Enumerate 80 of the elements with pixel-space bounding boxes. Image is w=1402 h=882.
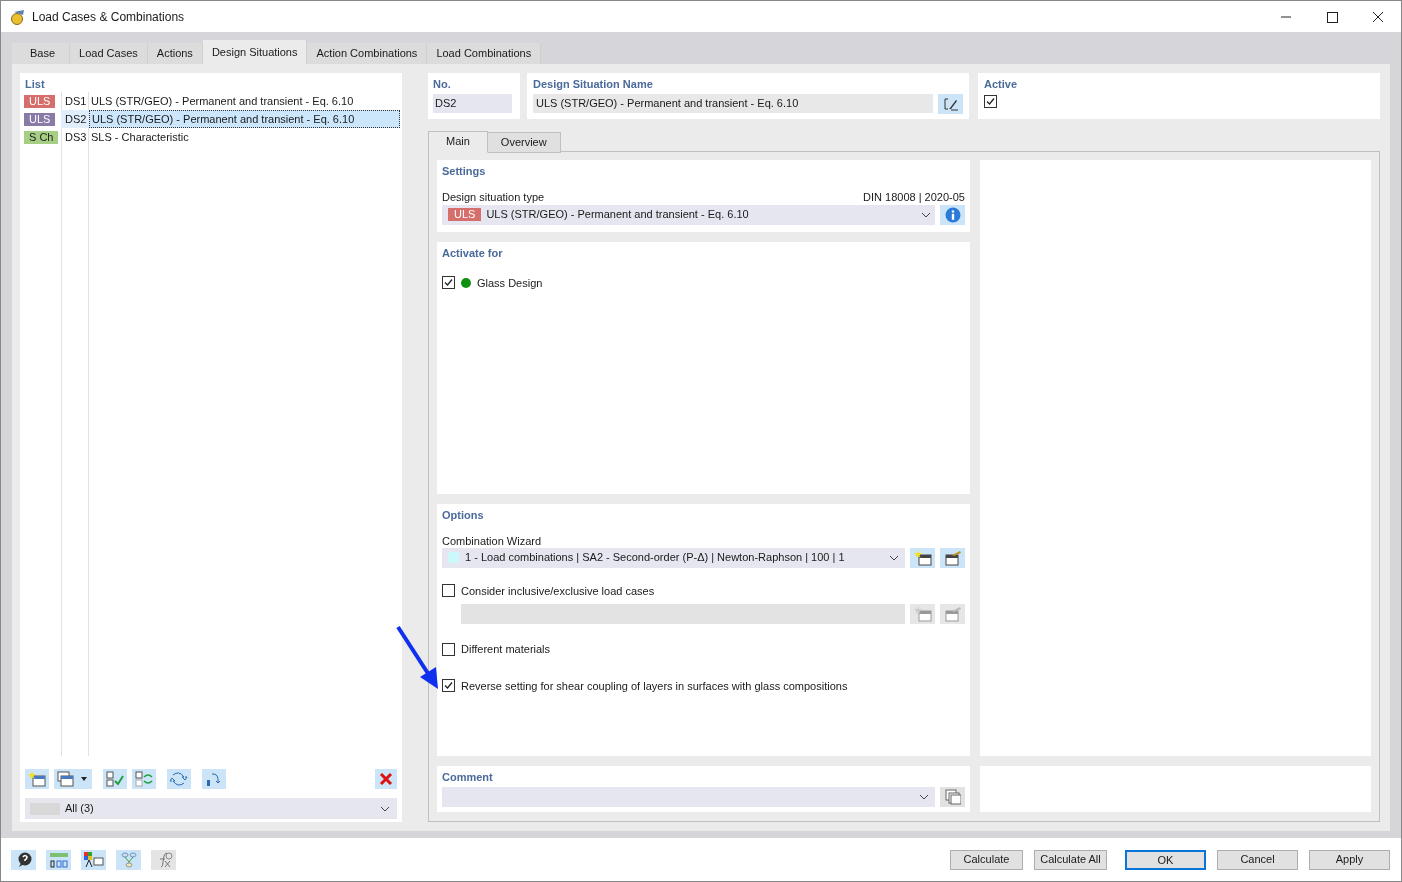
edit-wizard-icon[interactable] (940, 547, 965, 568)
copy-dropdown-icon[interactable] (54, 769, 92, 789)
dialog-button[interactable]: Cancel (1217, 849, 1298, 870)
function-icon[interactable] (151, 849, 176, 870)
number-field[interactable]: DS2 (433, 94, 512, 113)
name-field[interactable]: ULS (STR/GEO) - Permanent and transient - Eq. 6.10 (533, 94, 933, 113)
checkbox[interactable] (442, 679, 455, 693)
badge: ULS (24, 94, 56, 108)
delete-icon[interactable] (375, 769, 397, 789)
section-title: Comment (442, 769, 494, 785)
list-name: ULS (STR/GEO) - Permanent and transient - Eq. 6.10 (89, 110, 400, 128)
checkbox[interactable] (984, 95, 997, 108)
tab[interactable]: Actions (147, 43, 203, 64)
list-name: ULS (STR/GEO) - Permanent and transient - Eq. 6.10 (90, 94, 355, 109)
edit-icon[interactable] (938, 94, 963, 114)
comment-field[interactable] (442, 786, 935, 807)
help-icon[interactable] (11, 849, 36, 870)
tab[interactable]: Design Situations (202, 40, 308, 64)
badge: ULS (448, 208, 482, 222)
chevron-down-icon[interactable] (380, 805, 390, 812)
chevron-down-icon[interactable] (889, 554, 899, 561)
tab[interactable]: Overview (487, 131, 561, 153)
tab[interactable]: Load Combinations (427, 43, 542, 64)
number-format-icon[interactable] (46, 849, 71, 870)
app-icon (10, 8, 26, 25)
wizard-dropdown[interactable]: 1 - Load combinations | SA2 - Second-order (P-Δ) | Newton-Raphson | 100 | 1 (442, 547, 905, 568)
badge: ULS (24, 112, 56, 126)
checkbox[interactable] (442, 276, 455, 290)
list-number: DS1 (64, 94, 88, 109)
checkbox[interactable] (442, 642, 455, 656)
dialog-button[interactable]: OK (1125, 849, 1206, 870)
tab[interactable]: Action Combinations (307, 43, 428, 64)
sort-icon[interactable] (202, 769, 226, 789)
filter-dropdown[interactable]: All (3) (25, 798, 397, 819)
toggle-check-icon[interactable] (132, 769, 156, 789)
list-number: DS2 (61, 110, 89, 128)
list-item[interactable]: ULS DS2 ULS (STR/GEO) - Permanent and transient - Eq. 6.10 (22, 110, 400, 128)
renumber-icon[interactable] (167, 769, 191, 789)
display-settings-icon[interactable] (81, 849, 106, 870)
filter-value: All (3) (65, 801, 94, 817)
list-name: SLS - Characteristic (90, 130, 190, 145)
standard-label: DIN 18008 | 2020-05 (863, 189, 965, 205)
checkbox-label: Glass Design (477, 275, 543, 291)
field-label: No. (433, 77, 452, 92)
list-item[interactable]: S Ch DS3 SLS - Characteristic (22, 128, 400, 146)
section-title: Settings (442, 163, 487, 179)
field-label: Design situation type (442, 189, 545, 205)
new-item-icon[interactable] (25, 769, 49, 789)
new-wizard-icon[interactable] (910, 547, 935, 568)
wizard-value: 1 - Load combinations | SA2 - Second-order (P-Δ) | Newton-Raphson | 100 | 1 (465, 550, 845, 566)
list-number: DS3 (64, 130, 88, 145)
section-title: Options (442, 507, 485, 523)
field-label: Active (984, 77, 1019, 92)
window-title: Load Cases & Combinations (32, 8, 185, 26)
annotation-arrow (396, 625, 440, 691)
checkbox-label: Different materials (461, 642, 551, 658)
chevron-down-icon[interactable] (921, 211, 931, 218)
badge: S Ch (24, 130, 59, 144)
type-value: ULS (STR/GEO) - Permanent and transient - Eq. 6.10 (486, 207, 749, 223)
dialog-button[interactable]: Apply (1309, 849, 1390, 870)
hierarchy-icon[interactable] (116, 849, 141, 870)
dialog-button[interactable]: Calculate All (1034, 849, 1107, 870)
list-item[interactable]: ULS DS1 ULS (STR/GEO) - Permanent and transient - Eq. 6.10 (22, 92, 400, 110)
color-swatch (448, 552, 459, 564)
type-dropdown[interactable]: ULS ULS (STR/GEO) - Permanent and transient - Eq. 6.10 (442, 204, 935, 225)
tab[interactable]: Main (428, 130, 488, 153)
panel-title: List (24, 77, 46, 92)
field-label: Design Situation Name (533, 77, 654, 92)
tab[interactable]: Load Cases (70, 43, 148, 64)
field-label: Combination Wizard (442, 533, 543, 548)
checkbox[interactable] (442, 584, 455, 598)
chevron-down-icon[interactable] (919, 793, 929, 800)
section-title: Activate for (442, 245, 504, 261)
check-all-icon[interactable] (103, 769, 127, 789)
info-icon[interactable] (940, 204, 965, 225)
tab[interactable]: Base (12, 43, 71, 64)
dialog-button[interactable]: Calculate (950, 849, 1023, 870)
checkbox-label: Consider inclusive/exclusive load cases (461, 583, 655, 599)
copy-icon[interactable] (940, 786, 965, 807)
checkbox-label: Reverse setting for shear coupling of layers in surfaces with glass compositions (461, 678, 848, 694)
